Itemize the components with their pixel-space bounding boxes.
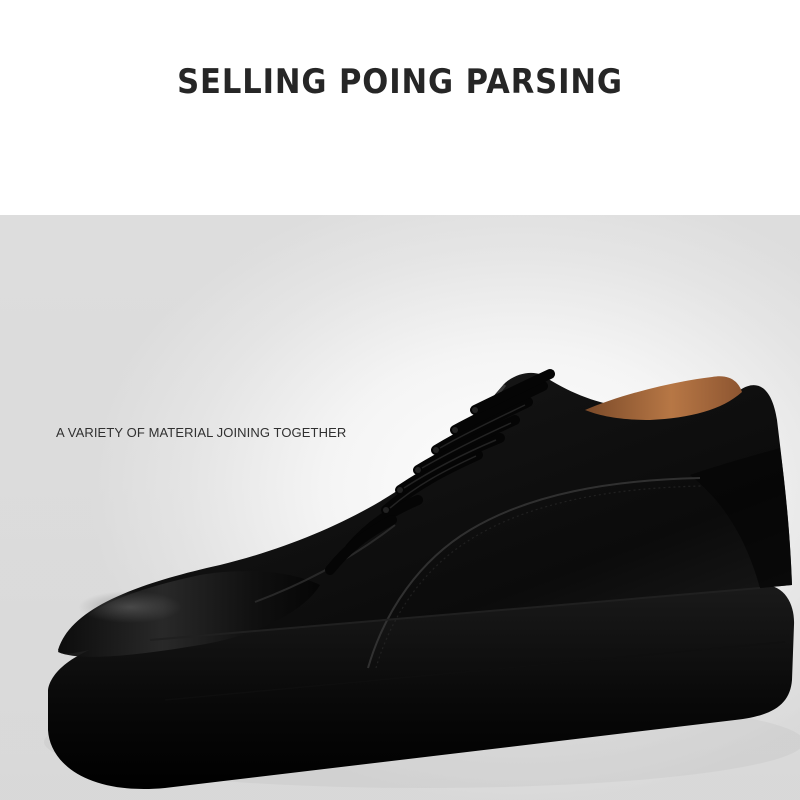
product-detail-page: SELLING POING PARSING A VARIETY OF MATER… xyxy=(0,0,800,800)
header-section: SELLING POING PARSING xyxy=(0,0,800,215)
shoe-icon xyxy=(44,369,800,790)
headline: SELLING POING PARSING xyxy=(177,62,623,102)
photo-caption: A VARIETY OF MATERIAL JOINING TOGETHER xyxy=(56,425,347,440)
